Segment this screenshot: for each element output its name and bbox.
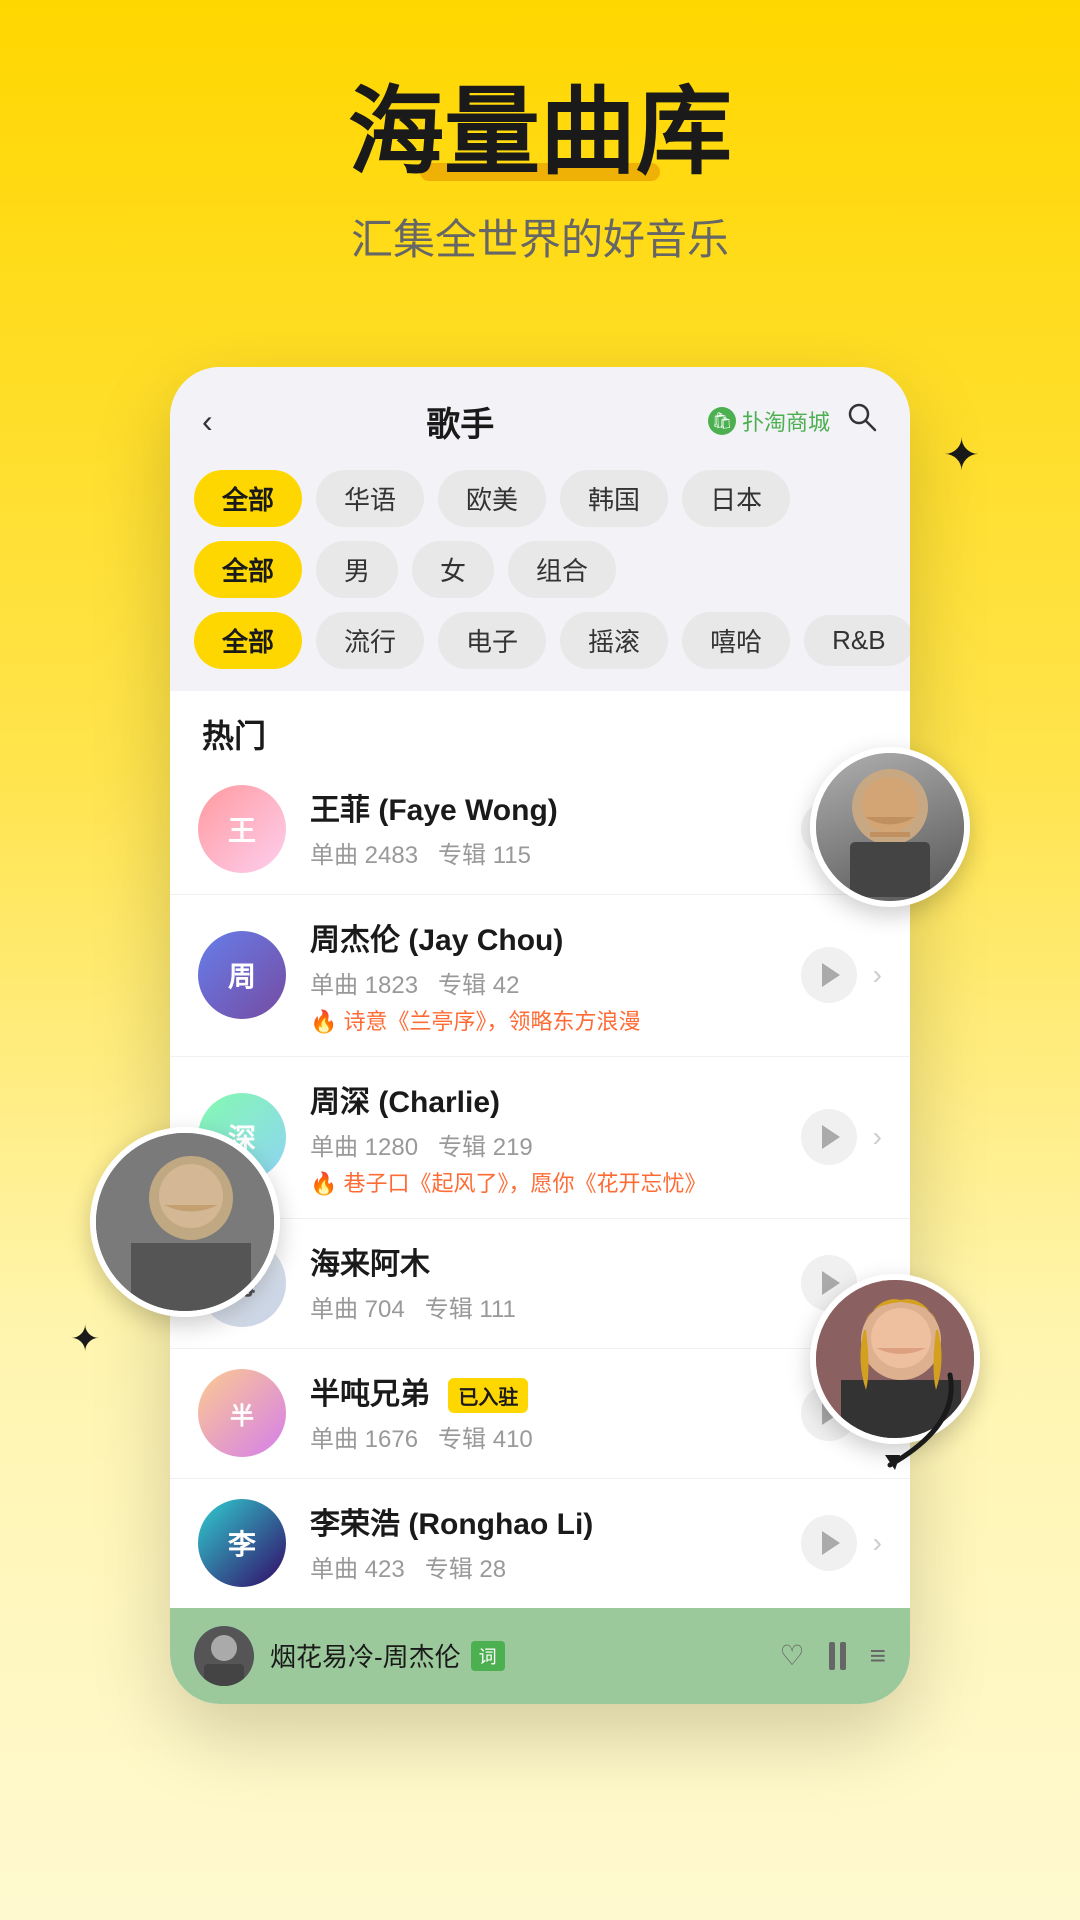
filter-chip-chinese[interactable]: 华语 — [316, 470, 424, 527]
entered-badge: 已入驻 — [448, 1378, 528, 1413]
filter-chip-group[interactable]: 组合 — [508, 541, 616, 598]
section-title-hot: 热门 — [170, 691, 910, 765]
artist-info-bantun: 半吨兄弟 已入驻 单曲 1676 专辑 410 — [310, 1369, 801, 1458]
artist-info-faye: 王菲 (Faye Wong) 单曲 2483 专辑 115 — [310, 785, 801, 874]
artist-info-jay: 周杰伦 (Jay Chou) 单曲 1823 专辑 42 🔥 诗意《兰亭序》，领… — [310, 915, 801, 1036]
artist-item-hailai: 海 海来阿木 单曲 704 专辑 111 › — [170, 1219, 910, 1349]
artist-stats-li: 单曲 423 专辑 28 — [310, 1549, 801, 1584]
artist-controls-li: › — [801, 1515, 882, 1571]
header-section: 海量曲库 汇集全世界的好音乐 — [0, 0, 1080, 307]
chevron-right-charlie[interactable]: › — [873, 1121, 882, 1153]
shop-icon: 🛍 — [708, 407, 736, 435]
artist-stats-charlie: 单曲 1280 专辑 219 — [310, 1127, 801, 1162]
artist-name-faye: 王菲 (Faye Wong) — [310, 785, 801, 829]
chevron-right-jay[interactable]: › — [873, 959, 882, 991]
artist-controls-jay: › — [801, 947, 882, 1003]
artist-info-li: 李荣浩 (Ronghao Li) 单曲 423 专辑 28 — [310, 1499, 801, 1588]
artist-stats-jay: 单曲 1823 专辑 42 — [310, 965, 801, 1000]
star-decoration-2: ✦ — [70, 1318, 100, 1360]
heart-button[interactable]: ♡ — [780, 1639, 805, 1672]
phone-container: ‹ 歌手 🛍 扑淘商城 全部 华语 欧美 — [170, 367, 910, 1704]
now-playing-info: 烟花易冷-周杰伦 词 — [270, 1637, 764, 1674]
artist-avatar-bantun: 半 — [198, 1369, 286, 1457]
artist-item-li: 李 李荣浩 (Ronghao Li) 单曲 423 专辑 28 › — [170, 1479, 910, 1608]
artist-avatar-li: 李 — [198, 1499, 286, 1587]
filter-chip-electronic[interactable]: 电子 — [438, 612, 546, 669]
filter-row-region: 全部 华语 欧美 韩国 日本 — [194, 470, 886, 527]
filter-chip-rb[interactable]: R&B — [804, 615, 910, 666]
back-button[interactable]: ‹ — [202, 403, 213, 440]
search-button[interactable] — [846, 401, 878, 441]
now-playing-controls: ♡ ≡ — [780, 1639, 886, 1672]
artist-item-bantun: 半 半吨兄弟 已入驻 单曲 1676 专辑 410 › — [170, 1349, 910, 1479]
filter-chip-hiphop[interactable]: 嘻哈 — [682, 612, 790, 669]
filter-chip-pop[interactable]: 流行 — [316, 612, 424, 669]
filter-chip-western[interactable]: 欧美 — [438, 470, 546, 527]
pause-bar-1 — [829, 1642, 835, 1670]
pause-bar-2 — [840, 1642, 846, 1670]
pause-button[interactable] — [829, 1642, 846, 1670]
play-button-jay[interactable] — [801, 947, 857, 1003]
now-playing-avatar — [194, 1626, 254, 1686]
main-title: 海量曲库 — [348, 80, 732, 186]
filter-row-genre: 全部 流行 电子 摇滚 嘻哈 R&B — [194, 612, 886, 669]
phone-mockup: ‹ 歌手 🛍 扑淘商城 全部 华语 欧美 — [170, 367, 910, 1704]
filter-chip-female[interactable]: 女 — [412, 541, 494, 598]
filter-chip-korean[interactable]: 韩国 — [560, 470, 668, 527]
artist-info-hailai: 海来阿木 单曲 704 专辑 111 — [310, 1239, 801, 1328]
playlist-button[interactable]: ≡ — [870, 1640, 886, 1672]
chevron-right-li[interactable]: › — [873, 1527, 882, 1559]
artist-hot-charlie: 🔥 巷子口《起风了》，愿你《花开忘忧》 — [310, 1166, 801, 1198]
filter-chip-all-1[interactable]: 全部 — [194, 470, 302, 527]
filter-chip-rock[interactable]: 摇滚 — [560, 612, 668, 669]
artist-avatar-jay: 周 — [198, 931, 286, 1019]
play-button-li[interactable] — [801, 1515, 857, 1571]
now-playing-bar[interactable]: 烟花易冷-周杰伦 词 ♡ ≡ — [170, 1608, 910, 1704]
artist-name-charlie: 周深 (Charlie) — [310, 1077, 801, 1121]
artist-name-li: 李荣浩 (Ronghao Li) — [310, 1499, 801, 1543]
arrow-decoration — [870, 1365, 970, 1490]
artist-stats-hailai: 单曲 704 专辑 111 — [310, 1289, 801, 1324]
artist-avatar-faye: 王 — [198, 785, 286, 873]
artist-stats-faye: 单曲 2483 专辑 115 — [310, 835, 801, 870]
play-button-charlie[interactable] — [801, 1109, 857, 1165]
filter-row-gender: 全部 男 女 组合 — [194, 541, 886, 598]
filter-chip-japanese[interactable]: 日本 — [682, 470, 790, 527]
filter-section: 全部 华语 欧美 韩国 日本 全部 男 女 组合 全部 流行 电子 摇滚 嘻哈 … — [170, 462, 910, 691]
star-decoration-1: ✦ — [943, 430, 980, 481]
filter-chip-all-2[interactable]: 全部 — [194, 541, 302, 598]
artist-item-jay: 周 周杰伦 (Jay Chou) 单曲 1823 专辑 42 🔥 诗意《兰亭序》… — [170, 895, 910, 1057]
filter-chip-all-3[interactable]: 全部 — [194, 612, 302, 669]
artist-hot-jay: 🔥 诗意《兰亭序》，领略东方浪漫 — [310, 1004, 801, 1036]
artist-info-charlie: 周深 (Charlie) 单曲 1280 专辑 219 🔥 巷子口《起风了》，愿… — [310, 1077, 801, 1198]
app-title-label: 歌手 — [426, 397, 494, 446]
artist-name-jay: 周杰伦 (Jay Chou) — [310, 915, 801, 959]
shop-label: 扑淘商城 — [742, 405, 830, 437]
subtitle: 汇集全世界的好音乐 — [0, 206, 1080, 267]
app-header: ‹ 歌手 🛍 扑淘商城 — [170, 367, 910, 462]
shop-badge[interactable]: 🛍 扑淘商城 — [708, 405, 830, 437]
now-playing-title: 烟花易冷-周杰伦 — [270, 1637, 461, 1674]
filter-chip-male[interactable]: 男 — [316, 541, 398, 598]
artist-item-charlie: 深 周深 (Charlie) 单曲 1280 专辑 219 🔥 巷子口《起风了》… — [170, 1057, 910, 1219]
floating-avatar-1 — [810, 747, 970, 907]
artist-item-faye: 王 王菲 (Faye Wong) 单曲 2483 专辑 115 › — [170, 765, 910, 895]
artist-name-hailai: 海来阿木 — [310, 1239, 801, 1283]
artist-name-bantun: 半吨兄弟 已入驻 — [310, 1369, 801, 1413]
artist-list: 王 王菲 (Faye Wong) 单曲 2483 专辑 115 › 周 周杰伦 … — [170, 765, 910, 1608]
artist-stats-bantun: 单曲 1676 专辑 410 — [310, 1419, 801, 1454]
now-playing-badge: 词 — [471, 1641, 505, 1671]
floating-avatar-2 — [90, 1127, 280, 1317]
header-right: 🛍 扑淘商城 — [708, 401, 878, 441]
artist-controls-charlie: › — [801, 1109, 882, 1165]
